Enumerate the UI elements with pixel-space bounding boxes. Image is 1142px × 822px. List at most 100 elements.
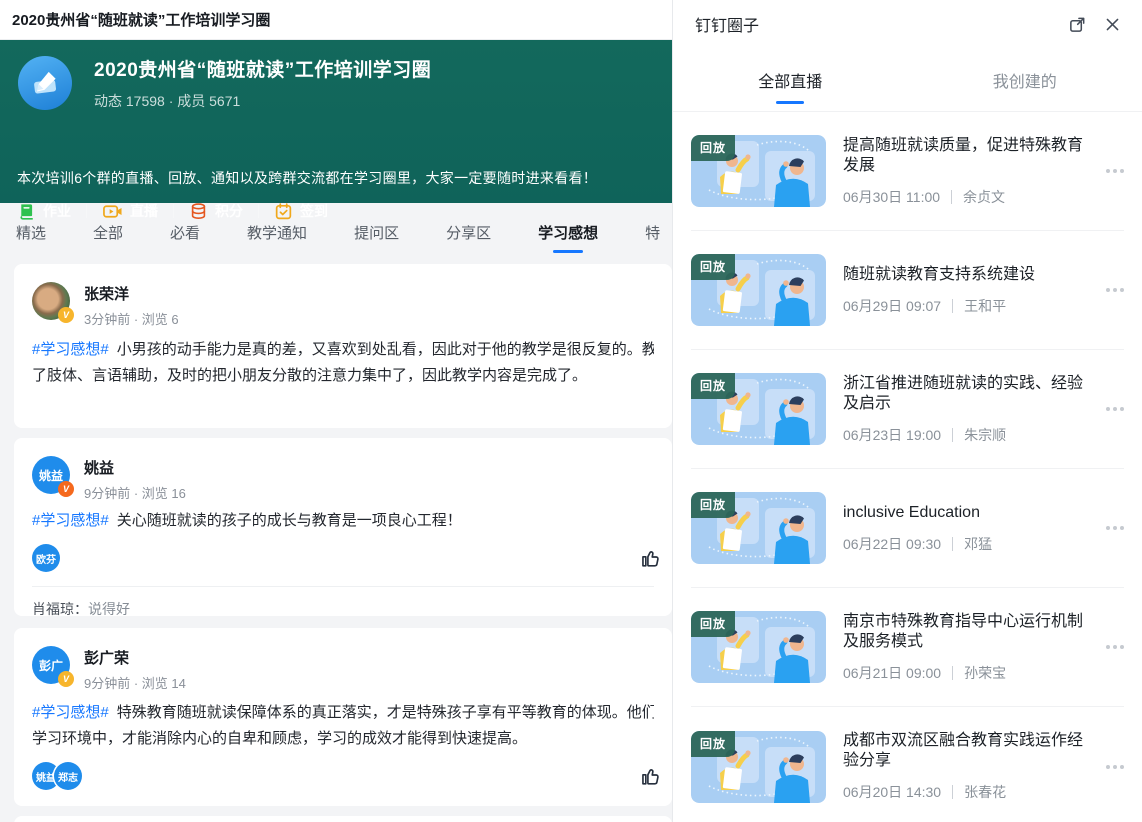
live-thumbnail: 回放 bbox=[691, 731, 826, 803]
comment-author[interactable]: 肖福琼： bbox=[32, 601, 88, 617]
replay-badge: 回放 bbox=[691, 254, 735, 280]
replay-badge: 回放 bbox=[691, 135, 735, 161]
like-button[interactable] bbox=[638, 546, 660, 568]
tab-my-created[interactable]: 我创建的 bbox=[908, 48, 1142, 111]
post-meta: 9分钟前 · 浏览 14 bbox=[84, 673, 186, 692]
live-title: 南京市特殊教育指导中心运行机制及服务模式 bbox=[843, 612, 1095, 652]
live-title: 随班就读教育支持系统建设 bbox=[843, 265, 1095, 285]
live-time: 06月20日 14:30 bbox=[843, 782, 941, 802]
post-content: #学习感想#特殊教育随班就读保障体系的真正落实，才是特殊孩子享有平等教育的体现。… bbox=[32, 700, 654, 752]
feed-tab-bar: 精选 全部 必看 教学通知 提问区 分享区 学习感想 特 bbox=[0, 203, 672, 261]
tab-all-live[interactable]: 全部直播 bbox=[673, 48, 908, 111]
live-item[interactable]: 回放 浙江省推进随班就读的实践、经验及启示 06月23日 19:00 朱宗顺 bbox=[691, 350, 1124, 469]
divider bbox=[952, 299, 953, 313]
likers-row: 姚益 郑志 bbox=[32, 762, 654, 790]
live-title: 提高随班就读质量，促进特殊教育发展 bbox=[843, 136, 1095, 176]
panel-title: 钉钉圈子 bbox=[695, 12, 759, 36]
liker-avatar[interactable]: 欧芬 bbox=[32, 544, 60, 572]
tab-study-reflections[interactable]: 学习感想 bbox=[538, 222, 598, 243]
live-title: 成都市双流区融合教育实践运作经验分享 bbox=[843, 731, 1095, 771]
live-title: 浙江省推进随班就读的实践、经验及启示 bbox=[843, 374, 1095, 414]
tab-must-read[interactable]: 必看 bbox=[170, 222, 200, 243]
dingtalk-circle-panel: 钉钉圈子 全部直播 我创建的 回放 bbox=[672, 0, 1142, 822]
more-options-icon[interactable] bbox=[1106, 522, 1124, 534]
live-thumbnail: 回放 bbox=[691, 254, 826, 326]
open-in-window-icon bbox=[1068, 15, 1087, 34]
live-speaker: 王和平 bbox=[964, 296, 1006, 316]
live-speaker: 余贞文 bbox=[963, 187, 1005, 207]
post-card bbox=[14, 816, 672, 822]
more-options-icon[interactable] bbox=[1106, 641, 1124, 653]
hashtag-link[interactable]: #学习感想# bbox=[32, 341, 109, 358]
post-author[interactable]: 姚益 bbox=[84, 457, 186, 478]
live-thumbnail: 回放 bbox=[691, 373, 826, 445]
live-item[interactable]: 回放 inclusive Education 06月22日 09:30邓猛 bbox=[691, 469, 1124, 588]
panel-header: 钉钉圈子 bbox=[673, 0, 1142, 48]
live-thumbnail: 回放 bbox=[691, 135, 826, 207]
member-level-badge: V bbox=[58, 307, 74, 323]
post-author[interactable]: 彭广荣 bbox=[84, 647, 186, 668]
more-options-icon[interactable] bbox=[1106, 403, 1124, 415]
divider bbox=[952, 428, 953, 442]
live-thumbnail: 回放 bbox=[691, 611, 826, 683]
member-level-badge: V bbox=[58, 671, 74, 687]
window-title-bar: 2020贵州省“随班就读”工作培训学习圈 bbox=[0, 0, 672, 40]
liker-avatar[interactable]: 郑志 bbox=[54, 762, 82, 790]
circle-avatar bbox=[18, 56, 72, 110]
live-speaker: 朱宗顺 bbox=[964, 425, 1006, 445]
post-meta: 3分钟前 · 浏览 6 bbox=[84, 309, 179, 328]
comment-row[interactable]: 肖福琼：说得好 bbox=[32, 586, 654, 633]
circle-stats: 动态 17598 · 成员 5671 bbox=[94, 91, 431, 111]
tab-question-zone[interactable]: 提问区 bbox=[354, 222, 399, 243]
live-title: inclusive Education bbox=[843, 503, 1095, 523]
hashtag-link[interactable]: #学习感想# bbox=[32, 704, 109, 721]
live-time: 06月29日 09:07 bbox=[843, 296, 941, 316]
more-options-icon[interactable] bbox=[1106, 165, 1124, 177]
live-item[interactable]: 回放 随班就读教育支持系统建设 06月29日 09:07 王和平 bbox=[691, 231, 1124, 350]
tab-share-zone[interactable]: 分享区 bbox=[446, 222, 491, 243]
close-panel-button[interactable] bbox=[1102, 14, 1122, 34]
post-card: 彭广 V 彭广荣 9分钟前 · 浏览 14 #学习感想#特殊教育随班就读保障体系… bbox=[14, 628, 672, 806]
tab-featured[interactable]: 精选 bbox=[16, 222, 46, 243]
tab-all[interactable]: 全部 bbox=[93, 222, 123, 243]
post-meta: 9分钟前 · 浏览 16 bbox=[84, 483, 186, 502]
more-options-icon[interactable] bbox=[1106, 761, 1124, 773]
comment-text: 说得好 bbox=[88, 601, 130, 617]
live-item[interactable]: 回放 南京市特殊教育指导中心运行机制及服务模式 06月21日 09:00 孙荣宝 bbox=[691, 588, 1124, 707]
member-level-badge: V bbox=[58, 481, 74, 497]
replay-badge: 回放 bbox=[691, 731, 735, 757]
circle-description: 本次培训6个群的直播、回放、通知以及跨群交流都在学习圈里，大家一定要随时进来看看… bbox=[17, 168, 597, 188]
post-content: #学习感想#关心随班就读的孩子的成长与教育是一项良心工程！ bbox=[32, 508, 654, 534]
live-speaker: 孙荣宝 bbox=[964, 663, 1006, 683]
like-button[interactable] bbox=[638, 764, 660, 786]
replay-badge: 回放 bbox=[691, 373, 735, 399]
thumbs-up-icon bbox=[638, 764, 660, 786]
open-in-window-button[interactable] bbox=[1067, 14, 1087, 34]
live-time: 06月23日 19:00 bbox=[843, 425, 941, 445]
post-content: #学习感想#小男孩的动手能力是真的差，又喜欢到处乱看，因此对于他的教学是很反复的… bbox=[32, 337, 654, 389]
live-time: 06月21日 09:00 bbox=[843, 663, 941, 683]
live-thumbnail: 回放 bbox=[691, 492, 826, 564]
likers-row: 欧芬 bbox=[32, 544, 654, 572]
live-item[interactable]: 回放 成都市双流区融合教育实践运作经验分享 06月20日 14:30张春花 bbox=[691, 707, 1124, 822]
live-replay-list: 回放 提高随班就读质量，促进特殊教育发展 06月30日 11:00 余贞文 回放 … bbox=[673, 112, 1142, 822]
replay-badge: 回放 bbox=[691, 492, 735, 518]
post-card: V 张荣洋 3分钟前 · 浏览 6 #学习感想#小男孩的动手能力是真的差，又喜欢… bbox=[14, 264, 672, 428]
live-time: 06月22日 09:30 bbox=[843, 534, 941, 554]
divider bbox=[952, 537, 953, 551]
more-options-icon[interactable] bbox=[1106, 284, 1124, 296]
close-icon bbox=[1104, 16, 1121, 33]
hashtag-link[interactable]: #学习感想# bbox=[32, 512, 109, 529]
main-content-area: 2020贵州省“随班就读”工作培训学习圈 2020贵州省“随班就读”工作培训学习… bbox=[0, 0, 672, 822]
circle-banner: 2020贵州省“随班就读”工作培训学习圈 动态 17598 · 成员 5671 … bbox=[0, 40, 672, 203]
tab-teaching-notice[interactable]: 教学通知 bbox=[247, 222, 307, 243]
circle-title: 2020贵州省“随班就读”工作培训学习圈 bbox=[94, 55, 431, 82]
page-title: 2020贵州省“随班就读”工作培训学习圈 bbox=[12, 9, 270, 30]
live-item[interactable]: 回放 提高随班就读质量，促进特殊教育发展 06月30日 11:00 余贞文 bbox=[691, 112, 1124, 231]
tab-special-truncated[interactable]: 特 bbox=[645, 222, 660, 243]
thumbs-up-icon bbox=[638, 546, 660, 568]
live-time: 06月30日 11:00 bbox=[843, 187, 940, 207]
replay-badge: 回放 bbox=[691, 611, 735, 637]
divider bbox=[952, 785, 953, 799]
post-author[interactable]: 张荣洋 bbox=[84, 283, 179, 304]
